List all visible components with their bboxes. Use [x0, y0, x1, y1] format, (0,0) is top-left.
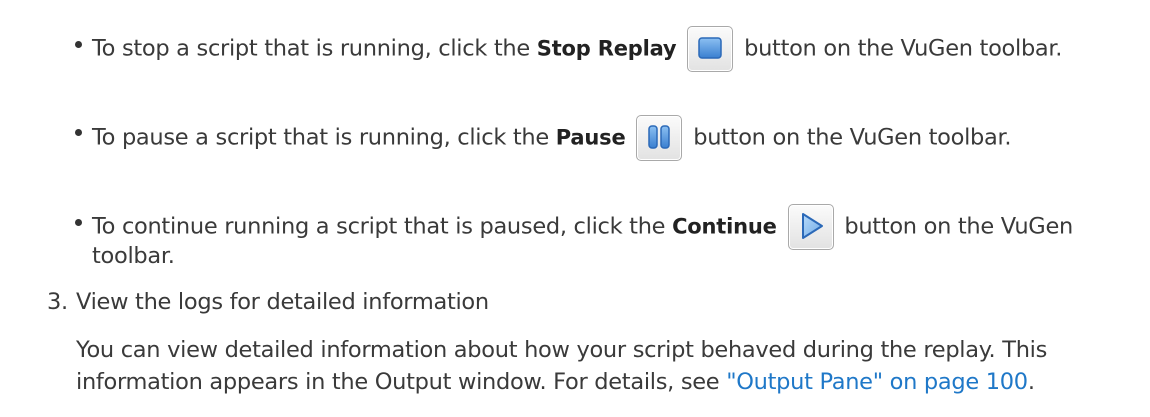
- continue-icon[interactable]: [787, 204, 834, 250]
- step-body-line1: You can view detailed information about …: [76, 333, 1047, 367]
- step-title: View the logs for detailed information: [76, 289, 489, 315]
- pause-icon[interactable]: [636, 115, 683, 161]
- bullet-text: To stop a script that is running, click …: [92, 35, 530, 62]
- step-body-line2: information appears in the Output window…: [76, 365, 1035, 399]
- bold-pause: Pause: [555, 125, 626, 150]
- body-text-end: .: [1027, 369, 1035, 395]
- bullet-text-after: button on the VuGen toolbar.: [693, 124, 1012, 151]
- step-heading: 3. View the logs for detailed information: [47, 285, 489, 319]
- body-text: information appears in the Output window…: [76, 369, 720, 395]
- bullet-stop-replay: To stop a script that is running, click …: [92, 26, 1062, 72]
- bullet-text-after: button on the VuGen toolbar.: [744, 35, 1063, 62]
- bold-continue: Continue: [672, 214, 777, 239]
- bullet-continue: To continue running a script that is pau…: [92, 204, 1073, 250]
- bullet-dot: [75, 219, 82, 226]
- bold-stop-replay: Stop Replay: [536, 36, 677, 61]
- bullet-pause: To pause a script that is running, click…: [92, 115, 1012, 161]
- bullet-dot: [75, 41, 82, 48]
- bullet-dot: [75, 129, 82, 136]
- output-pane-link[interactable]: "Output Pane" on page 100: [726, 369, 1028, 395]
- bullet-text: To pause a script that is running, click…: [92, 124, 549, 151]
- body-text: You can view detailed information about …: [76, 337, 1048, 363]
- stop-icon[interactable]: [687, 26, 734, 72]
- bullet-text-wrap: toolbar.: [92, 243, 175, 269]
- bullet-text-after: button on the VuGen: [844, 213, 1073, 240]
- bullet-continue-wrap: toolbar.: [92, 239, 175, 273]
- step-number: 3.: [47, 289, 68, 315]
- bullet-text: To continue running a script that is pau…: [92, 213, 666, 240]
